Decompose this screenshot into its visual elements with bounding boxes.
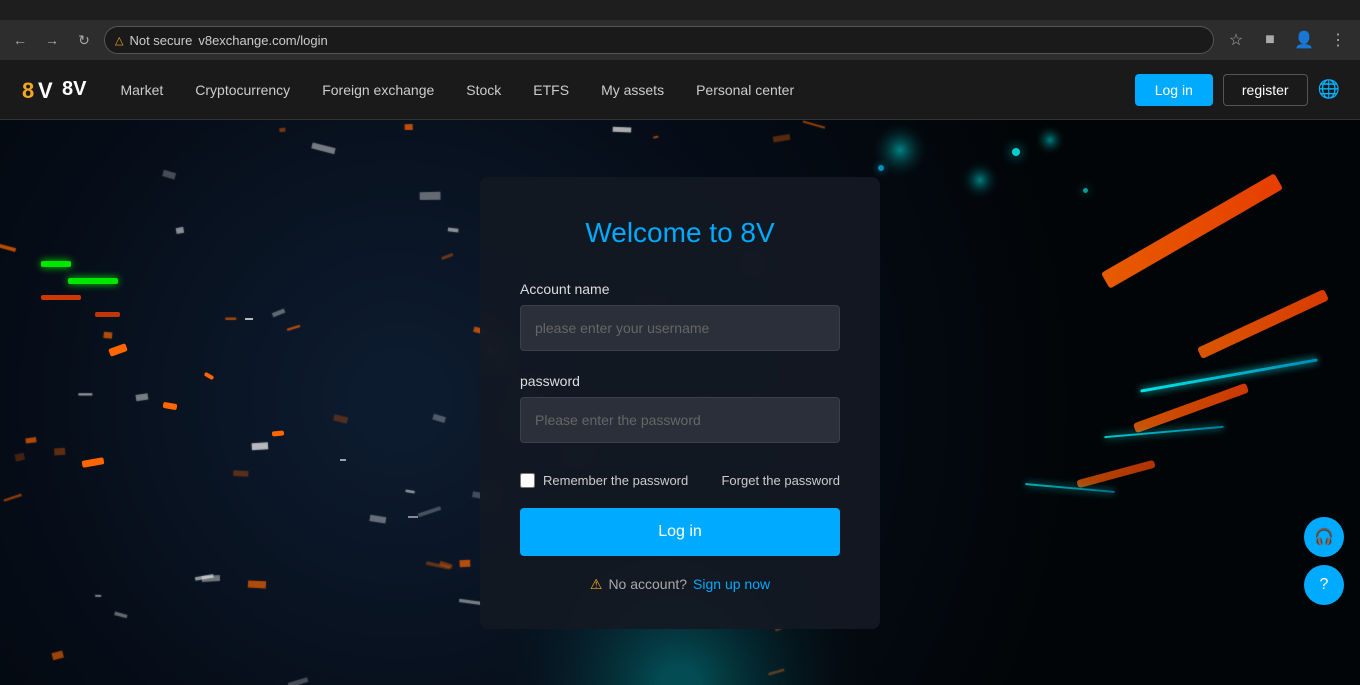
svg-text:8: 8 — [22, 78, 34, 103]
support-headset-button[interactable]: 🎧 — [1304, 517, 1344, 557]
browser-tabs — [0, 0, 1360, 20]
nav-etfs[interactable]: ETFS — [519, 74, 583, 106]
green-bar-2 — [68, 278, 118, 284]
nav-cryptocurrency[interactable]: Cryptocurrency — [181, 74, 304, 106]
nav-my-assets[interactable]: My assets — [587, 74, 678, 106]
security-label: Not secure — [129, 33, 192, 48]
orange-particle-5 — [272, 430, 284, 436]
submit-login-button[interactable]: Log in — [520, 508, 840, 556]
forward-button[interactable]: → — [40, 28, 64, 52]
signup-link[interactable]: Sign up now — [693, 576, 770, 592]
language-button[interactable]: 🌐 — [1318, 79, 1340, 100]
security-warning-icon: △ — [115, 34, 123, 47]
login-button[interactable]: Log in — [1135, 74, 1213, 106]
password-group: password — [520, 373, 840, 459]
header-actions: Log in register 🌐 — [1135, 74, 1340, 106]
browser-chrome: ← → ↻ △ Not secure v8exchange.com/login … — [0, 0, 1360, 60]
nav-stock[interactable]: Stock — [452, 74, 515, 106]
profile-button[interactable]: 👤 — [1290, 26, 1318, 54]
browser-toolbar: ← → ↻ △ Not secure v8exchange.com/login … — [0, 20, 1360, 60]
logo-area: 8 V 8V — [20, 72, 86, 108]
password-label: password — [520, 373, 840, 389]
main-nav: Market Cryptocurrency Foreign exchange S… — [106, 74, 1134, 106]
bookmark-button[interactable]: ☆ — [1222, 26, 1250, 54]
cyan-dot-3 — [1083, 188, 1088, 193]
white-glint-1 — [245, 318, 253, 320]
white-glint-3 — [408, 516, 418, 518]
extensions-button[interactable]: ■ — [1256, 26, 1284, 54]
reload-button[interactable]: ↻ — [72, 28, 96, 52]
app: 8 V 8V Market Cryptocurrency Foreign exc… — [0, 60, 1360, 685]
nav-foreign-exchange[interactable]: Foreign exchange — [308, 74, 448, 106]
red-bar-1 — [41, 295, 81, 300]
card-footer: ⚠ No account? Sign up now — [520, 576, 840, 593]
card-title: Welcome to 8V — [520, 217, 840, 249]
username-group: Account name — [520, 281, 840, 367]
address-bar[interactable]: △ Not secure v8exchange.com/login — [104, 26, 1214, 54]
svg-text:V: V — [38, 78, 53, 103]
side-buttons: 🎧 ? — [1304, 517, 1344, 605]
white-glint-2 — [340, 459, 346, 461]
help-button[interactable]: ? — [1304, 565, 1344, 605]
green-bar-1 — [41, 261, 71, 267]
main-content: Welcome to 8V Account name password Reme… — [0, 120, 1360, 685]
remember-area: Remember the password — [520, 473, 688, 488]
remember-label: Remember the password — [543, 473, 688, 488]
username-input[interactable] — [520, 305, 840, 351]
login-card: Welcome to 8V Account name password Reme… — [480, 177, 880, 629]
warning-icon: ⚠ — [590, 576, 603, 593]
account-label: Account name — [520, 281, 840, 297]
password-input[interactable] — [520, 397, 840, 443]
no-account-text: No account? — [608, 576, 687, 592]
nav-market[interactable]: Market — [106, 74, 177, 106]
site-header: 8 V 8V Market Cryptocurrency Foreign exc… — [0, 60, 1360, 120]
red-bar-2 — [95, 312, 120, 317]
logo-text: 8V — [62, 78, 86, 101]
toolbar-actions: ☆ ■ 👤 ⋮ — [1222, 26, 1352, 54]
remember-checkbox[interactable] — [520, 473, 535, 488]
forget-password-link[interactable]: Forget the password — [721, 473, 840, 488]
back-button[interactable]: ← — [8, 28, 32, 52]
url-text: v8exchange.com/login — [198, 33, 327, 48]
menu-button[interactable]: ⋮ — [1324, 26, 1352, 54]
nav-personal-center[interactable]: Personal center — [682, 74, 808, 106]
register-button[interactable]: register — [1223, 74, 1308, 106]
form-options: Remember the password Forget the passwor… — [520, 473, 840, 488]
logo-icon: 8 V — [20, 72, 56, 108]
